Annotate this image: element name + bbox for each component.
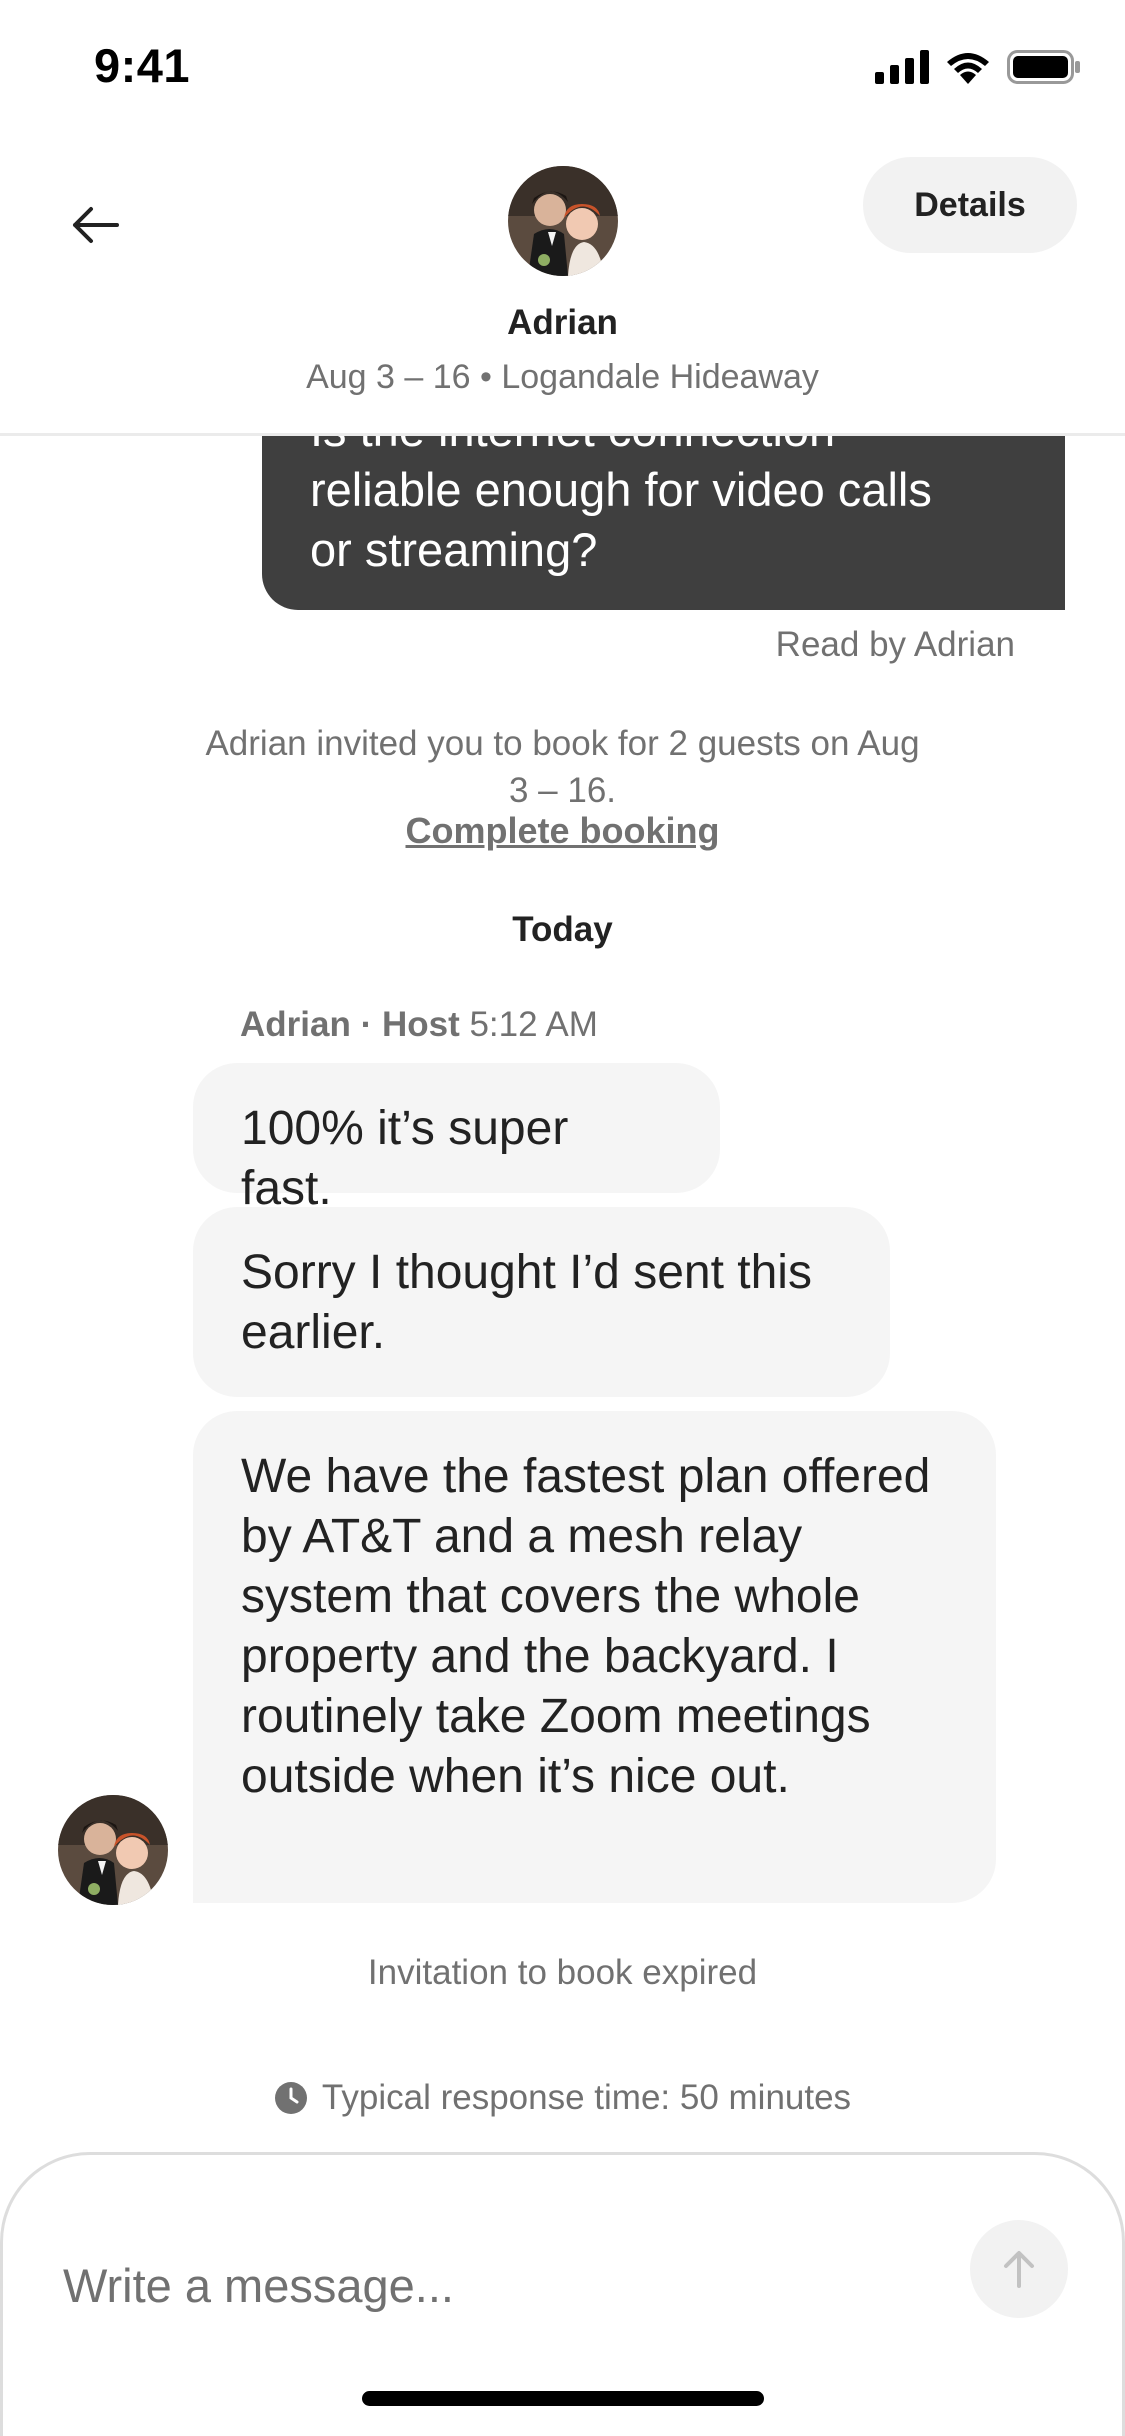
status-bar: 9:41 xyxy=(0,0,1125,140)
details-button[interactable]: Details xyxy=(863,157,1077,253)
response-time: Typical response time: 50 minutes xyxy=(0,2078,1125,2118)
message-time: 5:12 AM xyxy=(469,1005,598,1044)
status-icons xyxy=(875,50,1081,84)
day-divider: Today xyxy=(512,910,613,949)
response-time-text: Typical response time: 50 minutes xyxy=(321,2078,852,2117)
sent-message-line: reliable enough for video calls xyxy=(310,463,932,516)
invitation-expired-notice: Invitation to book expired xyxy=(367,1953,758,1992)
complete-booking-link[interactable]: Complete booking xyxy=(0,810,1125,852)
cellular-signal-icon xyxy=(875,50,929,84)
home-indicator xyxy=(362,2391,764,2406)
avatar-photo xyxy=(508,166,618,276)
received-message-bubble: Sorry I thought I’d sent this earlier. xyxy=(193,1207,890,1397)
status-time: 9:41 xyxy=(94,39,191,92)
received-message-bubble: We have the fastest plan offered by AT&T… xyxy=(193,1411,996,1903)
conversation-header: Details Adrian Aug 3 – 16 • Logandale Hi… xyxy=(0,140,1125,436)
wifi-icon xyxy=(947,53,989,84)
host-name: Adrian xyxy=(507,303,618,342)
trip-summary: Aug 3 – 16 • Logandale Hideaway xyxy=(306,358,819,396)
message-author: Adrian · Host xyxy=(240,1005,460,1044)
arrow-left-icon xyxy=(73,207,119,243)
host-avatar[interactable] xyxy=(58,1795,168,1905)
message-meta: Adrian · Host 5:12 AM xyxy=(240,1005,598,1045)
battery-icon xyxy=(1007,50,1080,84)
clock-icon xyxy=(274,2082,307,2114)
arrow-up-icon xyxy=(1004,2251,1034,2288)
received-message-bubble: 100% it’s super fast. xyxy=(193,1063,720,1215)
booking-invite-notice: Adrian invited you to book for 2 guests … xyxy=(0,720,1125,814)
back-button[interactable] xyxy=(60,190,130,260)
read-receipt: Read by Adrian xyxy=(775,625,1015,664)
avatar-photo xyxy=(58,1795,168,1905)
send-button[interactable] xyxy=(970,2220,1068,2318)
host-avatar[interactable] xyxy=(508,166,618,276)
booking-invite-text: Adrian invited you to book for 2 guests … xyxy=(205,724,920,810)
message-input[interactable] xyxy=(61,2235,921,2335)
sent-message-line: or streaming? xyxy=(310,523,598,576)
